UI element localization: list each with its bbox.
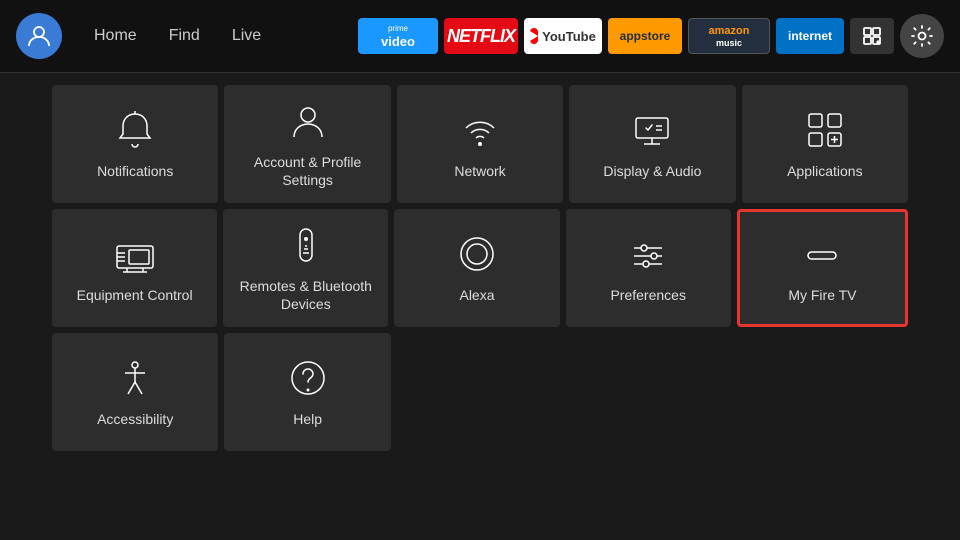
apps-icon xyxy=(803,108,847,152)
tile-network-label: Network xyxy=(454,162,505,180)
tile-notifications-label: Notifications xyxy=(97,162,173,180)
tile-account[interactable]: Account & Profile Settings xyxy=(224,85,390,203)
tile-equipment[interactable]: Equipment Control xyxy=(52,209,217,327)
tile-preferences[interactable]: Preferences xyxy=(566,209,731,327)
help-icon xyxy=(286,356,330,400)
remote-icon xyxy=(284,223,328,267)
appstore-button[interactable]: appstore xyxy=(608,18,682,54)
settings-row-2: Equipment Control Remotes & Bluetooth De… xyxy=(52,209,908,327)
top-nav: Home Find Live prime video NETFLIX YouTu… xyxy=(0,0,960,72)
tile-equipment-label: Equipment Control xyxy=(77,286,193,304)
tile-preferences-label: Preferences xyxy=(610,286,685,304)
alexa-icon xyxy=(455,232,499,276)
nav-home[interactable]: Home xyxy=(78,19,153,53)
prime-video-button[interactable]: prime video xyxy=(358,18,438,54)
tile-accessibility-label: Accessibility xyxy=(97,410,173,428)
tile-alexa[interactable]: Alexa xyxy=(394,209,559,327)
settings-gear-button[interactable] xyxy=(900,14,944,58)
tile-network[interactable]: Network xyxy=(397,85,563,203)
settings-row-3: Accessibility Help xyxy=(52,333,908,451)
tile-display-audio-label: Display & Audio xyxy=(603,162,701,180)
grid-button[interactable] xyxy=(850,18,894,54)
settings-row-1: Notifications Account & Profile Settings… xyxy=(52,85,908,203)
tile-empty-2 xyxy=(569,333,735,451)
tile-help[interactable]: Help xyxy=(224,333,390,451)
tile-my-fire-tv[interactable]: My Fire TV xyxy=(737,209,908,327)
netflix-button[interactable]: NETFLIX xyxy=(444,18,518,54)
tile-display-audio[interactable]: Display & Audio xyxy=(569,85,735,203)
accessibility-icon xyxy=(113,356,157,400)
firetv-icon xyxy=(800,232,844,276)
tile-my-fire-tv-label: My Fire TV xyxy=(788,286,856,304)
tile-remotes-label: Remotes & Bluetooth Devices xyxy=(231,277,380,313)
tile-accessibility[interactable]: Accessibility xyxy=(52,333,218,451)
tile-alexa-label: Alexa xyxy=(459,286,494,304)
tile-remotes[interactable]: Remotes & Bluetooth Devices xyxy=(223,209,388,327)
person-icon xyxy=(286,99,330,143)
tile-help-label: Help xyxy=(293,410,322,428)
tv-icon xyxy=(113,232,157,276)
bell-icon xyxy=(113,108,157,152)
user-avatar[interactable] xyxy=(16,13,62,59)
amazon-music-button[interactable]: amazon music xyxy=(688,18,770,54)
nav-live[interactable]: Live xyxy=(216,19,277,53)
youtube-button[interactable]: YouTube xyxy=(524,18,602,54)
nav-links: Home Find Live xyxy=(78,19,277,53)
app-shortcuts: prime video NETFLIX YouTube appstore ama… xyxy=(358,14,944,58)
tile-applications[interactable]: Applications xyxy=(742,85,908,203)
nav-find[interactable]: Find xyxy=(153,19,216,53)
tile-account-label: Account & Profile Settings xyxy=(232,153,382,189)
tile-empty-3 xyxy=(742,333,908,451)
tile-notifications[interactable]: Notifications xyxy=(52,85,218,203)
settings-area: Notifications Account & Profile Settings… xyxy=(0,73,960,463)
sliders-icon xyxy=(626,232,670,276)
tile-empty-1 xyxy=(397,333,563,451)
internet-button[interactable]: internet xyxy=(776,18,844,54)
wifi-icon xyxy=(458,108,502,152)
tile-applications-label: Applications xyxy=(787,162,863,180)
display-icon xyxy=(630,108,674,152)
